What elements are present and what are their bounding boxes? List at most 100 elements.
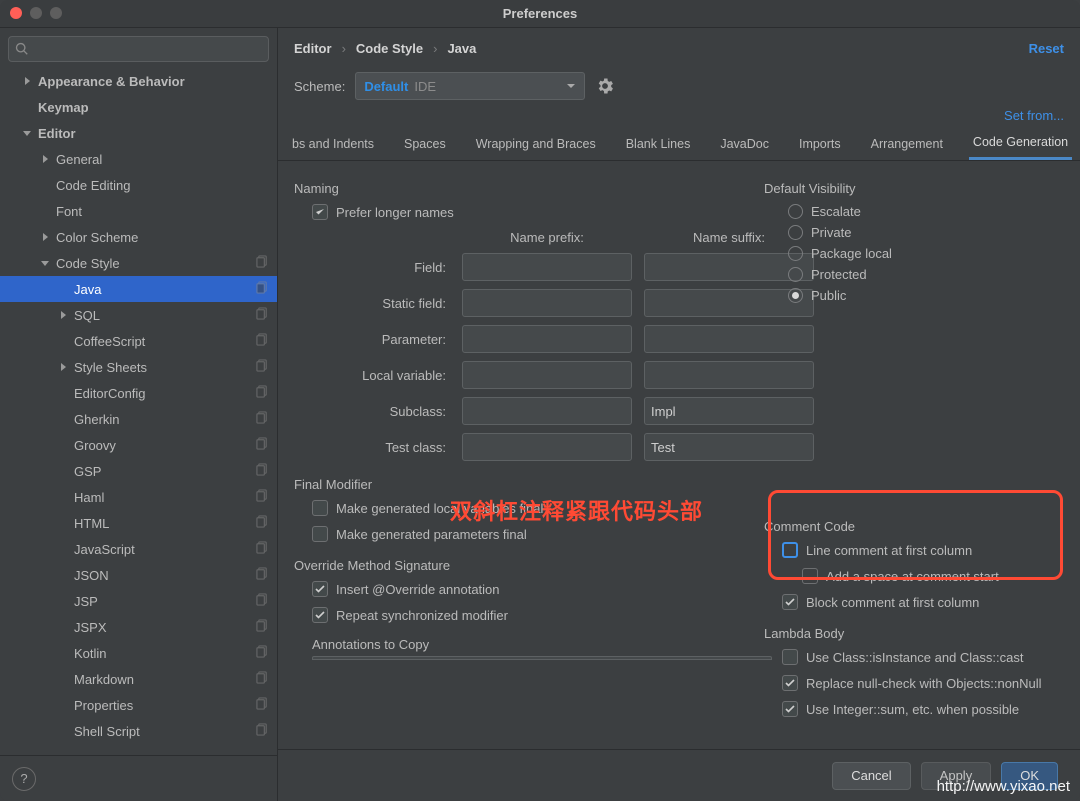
settings-tree[interactable]: Appearance & BehaviorKeymap Editor General…: [0, 68, 277, 755]
scheme-select[interactable]: Default IDE: [355, 72, 585, 100]
copy-icon: [256, 697, 269, 713]
prefer-longer-names-checkbox[interactable]: [312, 204, 328, 220]
help-button[interactable]: ?: [12, 767, 36, 791]
tree-item-label: JavaScript: [74, 542, 256, 557]
checkbox[interactable]: [312, 607, 328, 623]
copy-icon: [256, 307, 269, 323]
copy-icon: [256, 645, 269, 661]
tree-item[interactable]: Code Style: [0, 250, 277, 276]
tab[interactable]: Arrangement: [867, 127, 947, 160]
tab[interactable]: Blank Lines: [622, 127, 695, 160]
radio[interactable]: [788, 288, 803, 303]
tab[interactable]: Spaces: [400, 127, 450, 160]
tree-item[interactable]: JSON: [0, 562, 277, 588]
tree-item[interactable]: Markdown: [0, 666, 277, 692]
radio-label: Private: [811, 225, 851, 240]
tree-item[interactable]: Haml: [0, 484, 277, 510]
tree-item-label: Code Editing: [56, 178, 269, 193]
tree-item-label: Style Sheets: [74, 360, 256, 375]
tree-item-label: Groovy: [74, 438, 256, 453]
checkbox-label: Repeat synchronized modifier: [336, 608, 508, 623]
copy-icon: [256, 359, 269, 375]
name-prefix-input[interactable]: [462, 397, 632, 425]
tree-item[interactable]: Gherkin: [0, 406, 277, 432]
checkbox[interactable]: [782, 542, 798, 558]
radio[interactable]: [788, 246, 803, 261]
checkbox[interactable]: [782, 701, 798, 717]
tree-item[interactable]: Kotlin: [0, 640, 277, 666]
tree-item[interactable]: Groovy: [0, 432, 277, 458]
tree-item[interactable]: Properties: [0, 692, 277, 718]
tree-item-label: Editor: [38, 126, 269, 141]
chevron-right-icon: [56, 360, 70, 374]
tab[interactable]: Wrapping and Braces: [472, 127, 600, 160]
tree-item-label: CoffeeScript: [74, 334, 256, 349]
radio[interactable]: [788, 204, 803, 219]
tree-item[interactable]: Shell Script: [0, 718, 277, 744]
tree-item[interactable]: JSP: [0, 588, 277, 614]
tree-item[interactable]: HTML: [0, 510, 277, 536]
tab[interactable]: Imports: [795, 127, 845, 160]
scheme-label: Scheme:: [294, 79, 345, 94]
tree-item[interactable]: Keymap: [0, 94, 277, 120]
cancel-button[interactable]: Cancel: [832, 762, 910, 790]
radio[interactable]: [788, 225, 803, 240]
checkbox[interactable]: [312, 500, 328, 516]
name-prefix-input[interactable]: [462, 289, 632, 317]
tree-item[interactable]: GSP: [0, 458, 277, 484]
radio[interactable]: [788, 267, 803, 282]
tree-item-label: HTML: [74, 516, 256, 531]
name-prefix-input[interactable]: [462, 361, 632, 389]
close-icon[interactable]: [10, 7, 22, 19]
tree-item[interactable]: Java: [0, 276, 277, 302]
tab-bar: bs and Indents Spaces Wrapping and Braces B…: [278, 127, 1080, 161]
tree-item[interactable]: Editor: [0, 120, 277, 146]
checkbox-label: Use Class::isInstance and Class::cast: [806, 650, 1023, 665]
tree-item[interactable]: JavaScript: [0, 536, 277, 562]
tree-item[interactable]: Color Scheme: [0, 224, 277, 250]
copy-icon: [256, 619, 269, 635]
tree-item[interactable]: SQL: [0, 302, 277, 328]
naming-row-label: Local variable:: [300, 368, 450, 383]
copy-icon: [256, 255, 269, 271]
checkbox[interactable]: [312, 581, 328, 597]
checkbox[interactable]: [802, 568, 818, 584]
tab[interactable]: Code Generation: [969, 127, 1072, 160]
search-input[interactable]: [8, 36, 269, 62]
checkbox[interactable]: [782, 649, 798, 665]
tree-item-label: Haml: [74, 490, 256, 505]
tree-item[interactable]: EditorConfig: [0, 380, 277, 406]
chevron-right-icon: [20, 74, 34, 88]
naming-row-label: Static field:: [300, 296, 450, 311]
tree-item[interactable]: Code Editing: [0, 172, 277, 198]
tree-item[interactable]: JSPX: [0, 614, 277, 640]
naming-row-label: Parameter:: [300, 332, 450, 347]
tab[interactable]: bs and Indents: [288, 127, 378, 160]
tree-item[interactable]: Font: [0, 198, 277, 224]
breadcrumb: Editor› Code Style› Java: [294, 41, 1029, 56]
tab[interactable]: JavaDoc: [716, 127, 773, 160]
name-prefix-input[interactable]: [462, 433, 632, 461]
tree-item[interactable]: Appearance & Behavior: [0, 68, 277, 94]
checkbox-label: Block comment at first column: [806, 595, 979, 610]
tree-item[interactable]: General: [0, 146, 277, 172]
tree-item[interactable]: Style Sheets: [0, 354, 277, 380]
minimize-icon[interactable]: [30, 7, 42, 19]
maximize-icon[interactable]: [50, 7, 62, 19]
prefer-longer-names-label: Prefer longer names: [336, 205, 454, 220]
checkbox[interactable]: [782, 594, 798, 610]
copy-icon: [256, 385, 269, 401]
checkbox[interactable]: [782, 675, 798, 691]
reset-link[interactable]: Reset: [1029, 41, 1064, 56]
name-prefix-input[interactable]: [462, 325, 632, 353]
lambda-title: Lambda Body: [764, 626, 1064, 641]
radio-label: Public: [811, 288, 846, 303]
naming-title: Naming: [294, 181, 734, 196]
tree-item[interactable]: CoffeeScript: [0, 328, 277, 354]
name-prefix-input[interactable]: [462, 253, 632, 281]
set-from-link[interactable]: Set from...: [1004, 108, 1064, 123]
copy-icon: [256, 541, 269, 557]
checkbox[interactable]: [312, 526, 328, 542]
gear-icon[interactable]: [595, 76, 615, 96]
annotations-list[interactable]: [312, 656, 772, 660]
